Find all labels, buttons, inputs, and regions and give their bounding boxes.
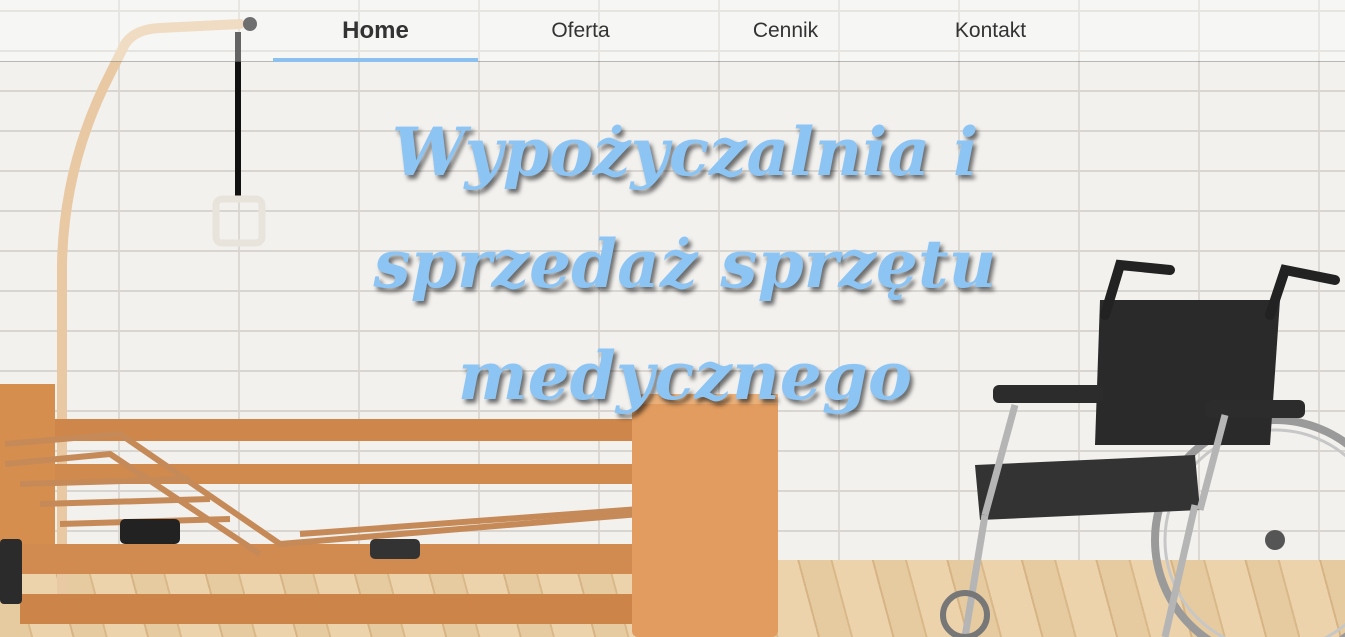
- nav-item-cennik[interactable]: Cennik: [683, 0, 888, 61]
- main-navigation: Home Oferta Cennik Kontakt: [0, 0, 1345, 62]
- nav-item-kontakt[interactable]: Kontakt: [888, 0, 1093, 61]
- hero-title: Wypożyczalnia i sprzedaż sprzętu medyczn…: [373, 113, 997, 415]
- nav-item-home[interactable]: Home: [273, 0, 478, 62]
- nav-item-oferta[interactable]: Oferta: [478, 0, 683, 61]
